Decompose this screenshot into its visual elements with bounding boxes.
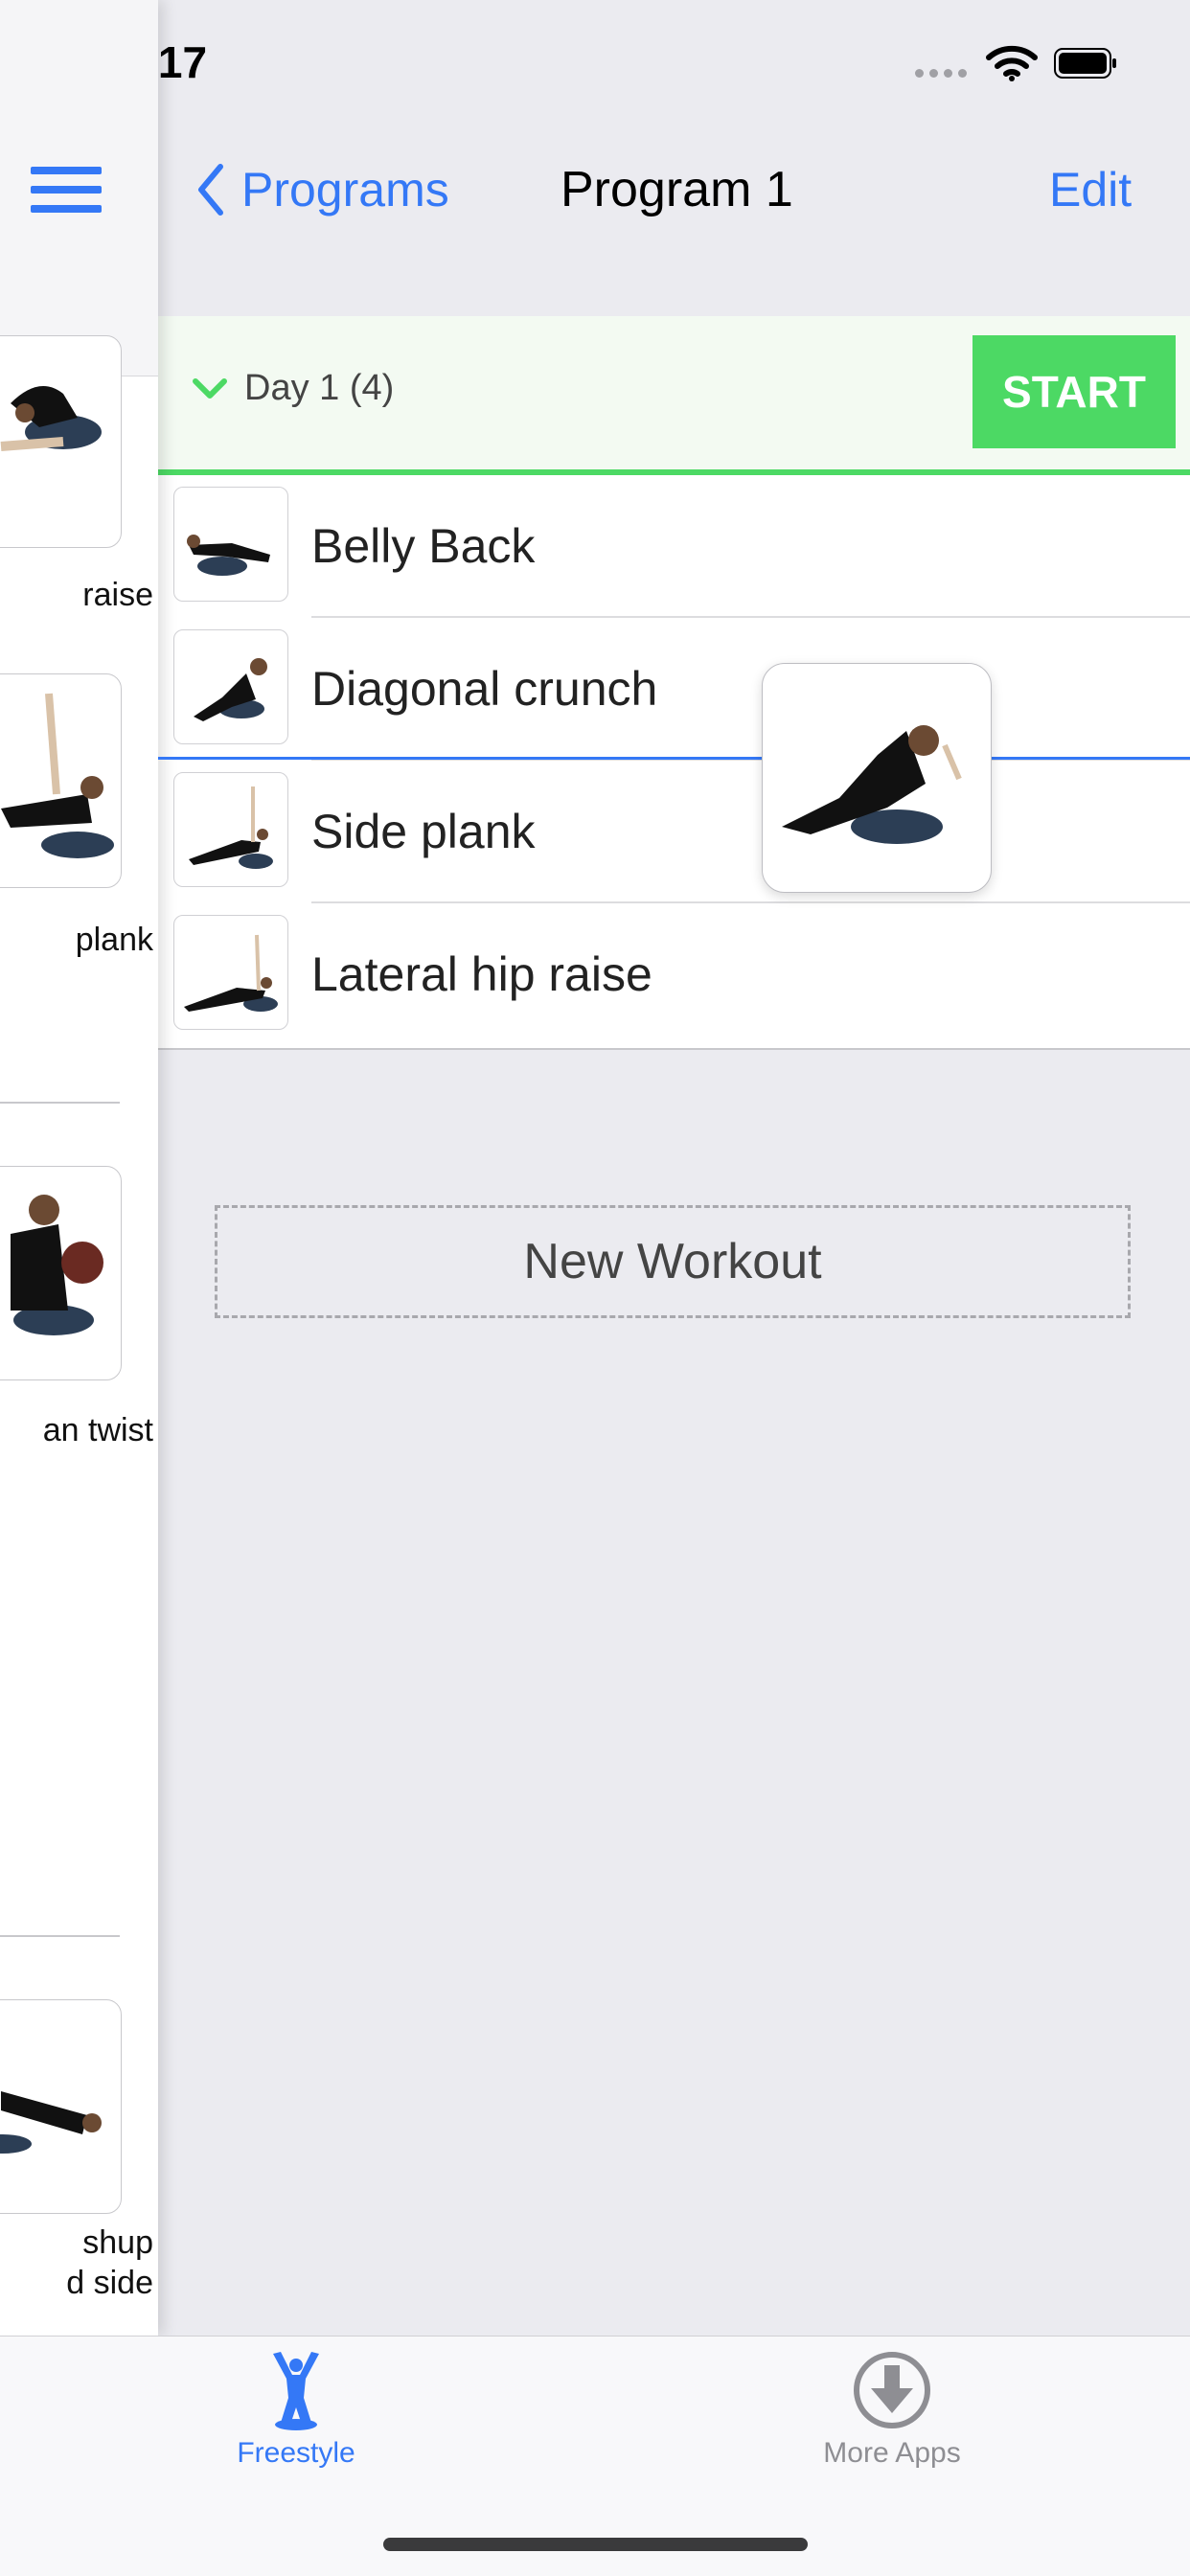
chevron-down-icon: [193, 377, 227, 399]
side-exercise-label: d side: [66, 2265, 153, 2301]
day-toggle[interactable]: Day 1 (4): [193, 368, 394, 409]
side-exercise-thumbnail[interactable]: [0, 673, 122, 888]
side-exercise-label: shup: [82, 2224, 153, 2261]
exercise-row[interactable]: Diagonal crunch: [158, 618, 1190, 761]
download-circle-icon: [854, 2352, 930, 2428]
tab-more-apps[interactable]: More Apps: [772, 2350, 1012, 2470]
home-indicator: [383, 2538, 808, 2551]
side-exercise-thumbnail[interactable]: [0, 335, 122, 548]
exercise-thumbnail: [173, 772, 288, 887]
exercise-row[interactable]: Side plank: [158, 761, 1190, 903]
exercise-name: Side plank: [311, 805, 536, 858]
dragged-exercise-card[interactable]: [762, 663, 992, 893]
tab-label: Freestyle: [237, 2437, 355, 2469]
exercise-name: Diagonal crunch: [311, 662, 658, 716]
back-button-label: Programs: [241, 163, 449, 217]
wifi-icon: [985, 44, 1039, 87]
side-exercise-label: an twist: [42, 1412, 153, 1448]
day-label: Day 1 (4): [244, 368, 395, 408]
exercise-thumbnail: [173, 629, 288, 744]
person-arms-up-icon: [273, 2352, 319, 2430]
start-button[interactable]: START: [973, 335, 1176, 448]
exercise-row[interactable]: Belly Back: [158, 475, 1190, 618]
side-exercise-label: plank: [75, 922, 153, 958]
exercise-name: Belly Back: [311, 519, 536, 573]
side-divider: [0, 1935, 120, 1937]
battery-icon: [1054, 48, 1117, 79]
exercise-thumbnail: [173, 487, 288, 602]
page-title: Program 1: [561, 162, 793, 217]
back-button[interactable]: Programs: [195, 159, 449, 220]
side-exercise-thumbnail[interactable]: [0, 1166, 122, 1380]
side-divider: [0, 1102, 120, 1104]
exercise-thumbnail: [173, 915, 288, 1030]
side-panel: raise plank an twist shup d side: [0, 0, 158, 2336]
exercise-list: Belly Back Diagonal crunch Side plank La…: [158, 475, 1190, 1050]
edit-button[interactable]: Edit: [1049, 159, 1132, 220]
tab-freestyle[interactable]: Freestyle: [176, 2350, 416, 2470]
tab-label: More Apps: [823, 2437, 961, 2469]
side-exercise-thumbnail[interactable]: [0, 1999, 122, 2214]
side-exercise-label: raise: [82, 577, 153, 613]
day-section-header: Day 1 (4) START: [158, 316, 1190, 475]
hamburger-menu-icon[interactable]: [31, 167, 102, 213]
exercise-row[interactable]: Lateral hip raise: [158, 903, 1190, 1046]
new-workout-button[interactable]: New Workout: [215, 1205, 1131, 1318]
chevron-left-icon: [198, 164, 223, 216]
exercise-name: Lateral hip raise: [311, 947, 652, 1001]
drop-indicator-line: [158, 757, 1190, 760]
cellular-signal-icon: [915, 69, 971, 80]
